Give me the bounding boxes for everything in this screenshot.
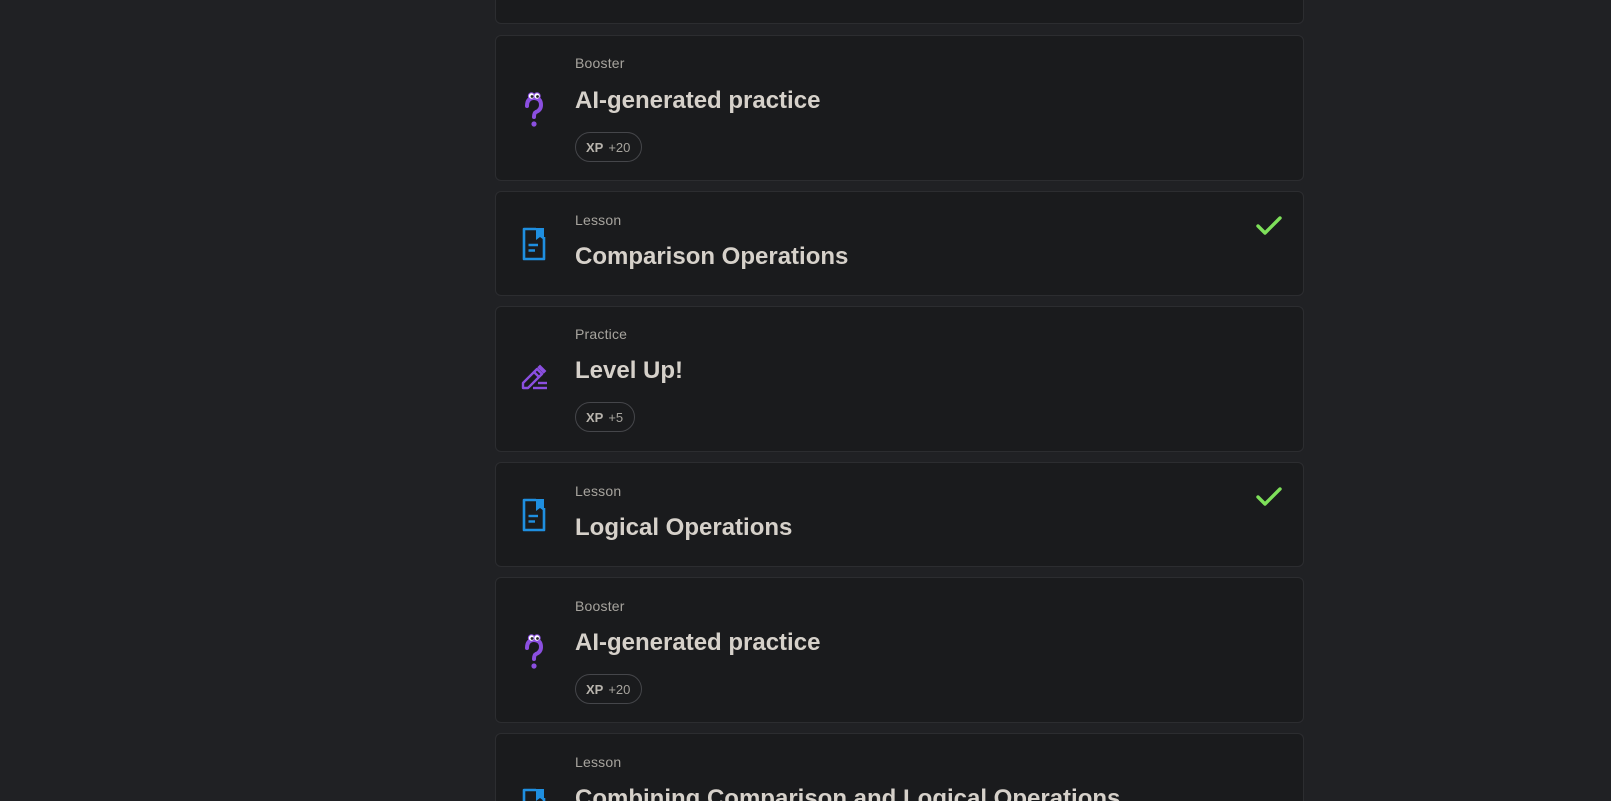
lesson-document-icon (518, 496, 550, 534)
card-title[interactable]: Combining Comparison and Logical Operati… (575, 785, 1120, 801)
lesson-document-icon (518, 225, 550, 263)
card-title[interactable]: Logical Operations (575, 514, 792, 542)
card-kind: Lesson (575, 212, 622, 228)
card-title[interactable]: AI-generated practice (575, 629, 820, 657)
xp-badge: XP +20 (575, 132, 642, 162)
practice-pencil-icon (518, 360, 550, 398)
lesson-card[interactable]: Lesson Logical Operations (495, 462, 1304, 567)
lesson-card[interactable]: Lesson Combining Comparison and Logical … (495, 733, 1304, 801)
xp-points: +20 (608, 139, 631, 155)
xp-points: +5 (608, 409, 624, 425)
completed-check-icon (1256, 487, 1282, 506)
card-title[interactable]: Level Up! (575, 357, 683, 385)
lesson-card[interactable]: Lesson Comparison Operations (495, 191, 1304, 296)
lesson-document-icon (518, 786, 550, 801)
xp-label: XP (586, 409, 604, 425)
booster-card[interactable]: Booster AI-generated practice XP +20 (495, 577, 1304, 723)
xp-points: +20 (608, 681, 631, 697)
card-title[interactable]: AI-generated practice (575, 87, 820, 115)
completed-check-icon (1256, 216, 1282, 235)
card-kind: Lesson (575, 754, 622, 770)
xp-label: XP (586, 139, 604, 155)
practice-card[interactable]: Practice Level Up! XP +5 (495, 306, 1304, 452)
xp-badge: XP +20 (575, 674, 642, 704)
card-kind: Lesson (575, 483, 622, 499)
booster-question-icon (518, 91, 550, 129)
card-kind: Practice (575, 326, 628, 342)
card-kind: Booster (575, 598, 625, 614)
booster-question-icon (518, 633, 550, 671)
xp-label: XP (586, 681, 604, 697)
lesson-card[interactable] (495, 0, 1304, 24)
card-kind: Booster (575, 55, 625, 71)
card-title[interactable]: Comparison Operations (575, 243, 848, 271)
booster-card[interactable]: Booster AI-generated practice XP +20 (495, 35, 1304, 181)
xp-badge: XP +5 (575, 402, 635, 432)
